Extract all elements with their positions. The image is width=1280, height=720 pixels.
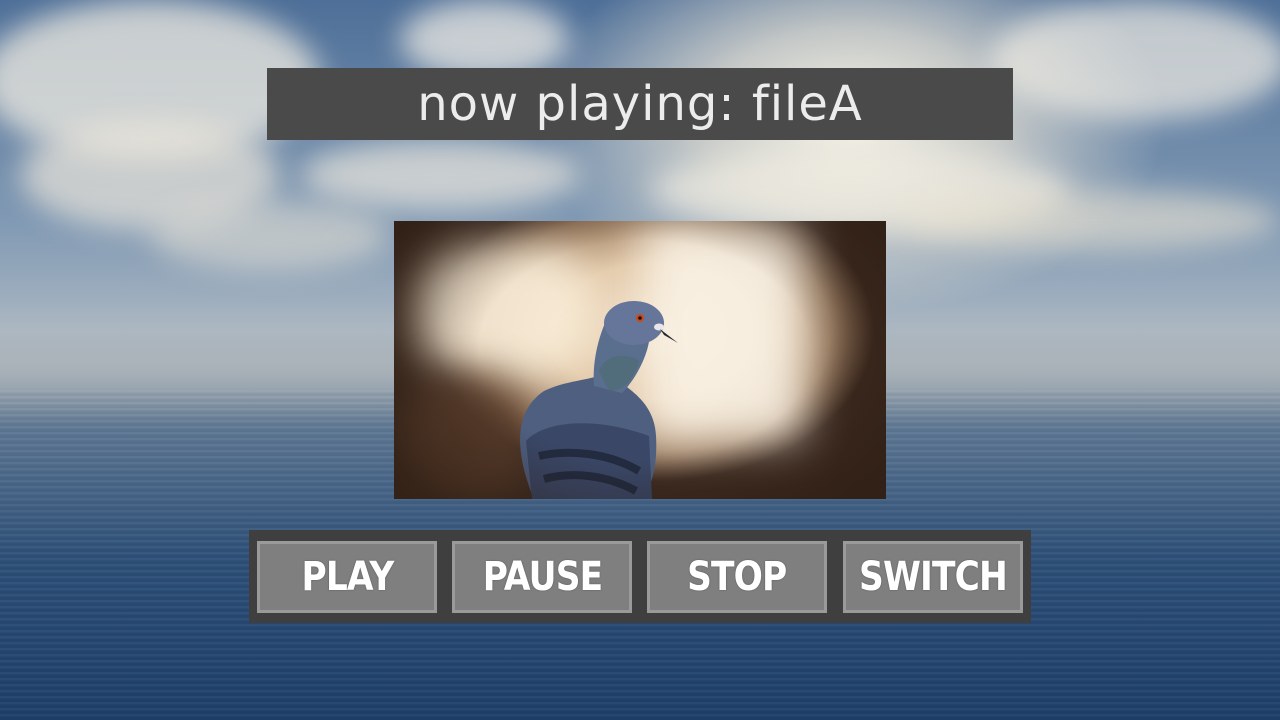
play-button-label: PLAY [301, 554, 394, 600]
stop-button-label: STOP [687, 554, 787, 600]
playback-controls: PLAY PAUSE STOP SWITCH [249, 530, 1031, 623]
switch-button-label: SWITCH [859, 554, 1008, 600]
video-screen [394, 221, 886, 499]
video-vignette [394, 221, 886, 499]
cloud [300, 140, 580, 210]
now-playing-banner: now playing: fileA [267, 68, 1013, 140]
cloud [990, 0, 1280, 120]
pause-button[interactable]: PAUSE [452, 541, 632, 613]
now-playing-label: now playing: fileA [417, 76, 863, 132]
cloud [900, 190, 1280, 250]
stop-button[interactable]: STOP [647, 541, 827, 613]
play-button[interactable]: PLAY [257, 541, 437, 613]
vr-scene: now playing: fileA PLAY PAUSE STOP SWITC… [0, 0, 1280, 720]
switch-button[interactable]: SWITCH [843, 541, 1023, 613]
cloud [150, 200, 390, 270]
pause-button-label: PAUSE [482, 554, 602, 600]
